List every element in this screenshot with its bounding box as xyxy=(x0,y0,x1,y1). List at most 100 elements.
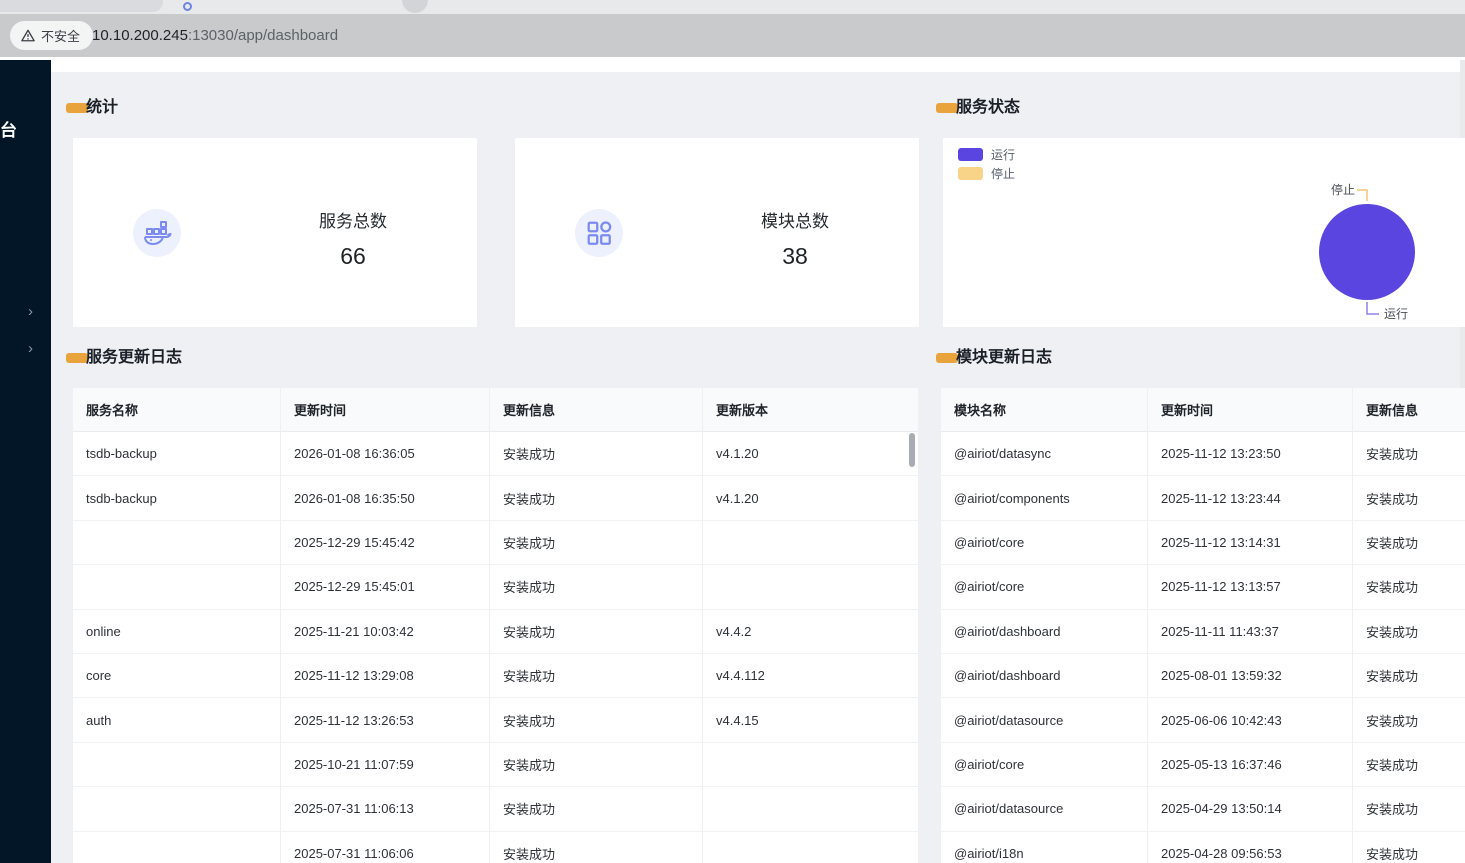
table-cell: 2025-08-01 13:59:32 xyxy=(1148,653,1353,699)
sidebar-app-title: 平台 xyxy=(0,121,18,140)
screen: 不安全 10.10.200.245:13030/app/dashboard 平台… xyxy=(0,0,1465,863)
tab-close-button[interactable] xyxy=(402,0,428,13)
table-row: 2025-12-29 15:45:01 安装成功 xyxy=(73,565,918,610)
table-cell: 2025-11-12 13:14:31 xyxy=(1148,520,1353,566)
table-cell xyxy=(73,787,281,832)
table-cell: 安装成功 xyxy=(1353,521,1465,566)
table-cell: 2025-11-12 13:29:08 xyxy=(281,653,490,699)
table-row: online 2025-11-21 10:03:42 安装成功 v4.4.2 xyxy=(73,609,918,654)
column-header: 更新时间 xyxy=(281,388,490,432)
table-cell xyxy=(703,743,918,788)
sidebar-expand-chevron-icon[interactable]: › xyxy=(28,304,33,319)
table-cell: @airiot/datasync xyxy=(941,432,1148,477)
table-cell: v4.4.112 xyxy=(703,654,918,699)
column-header: 服务名称 xyxy=(73,388,281,432)
column-header: 更新信息 xyxy=(490,388,703,432)
column-header: 更新信息 xyxy=(1353,388,1465,432)
url-path: :13030/app/dashboard xyxy=(187,27,339,44)
legend-label: 运行 xyxy=(991,148,1016,162)
table-cell: tsdb-backup xyxy=(73,476,281,521)
table-cell: 安装成功 xyxy=(490,742,703,788)
table-row: 2025-12-29 15:45:42 安装成功 xyxy=(73,520,918,566)
service-status-section-title: 服务状态 xyxy=(956,99,1021,116)
table-cell: v4.4.2 xyxy=(703,610,918,654)
service-status-pie-chart[interactable]: 停止 运行 xyxy=(1293,168,1465,327)
legend-item[interactable]: 运行 xyxy=(958,148,1016,162)
service-log-section-title: 服务更新日志 xyxy=(86,349,183,366)
table-cell xyxy=(73,565,281,610)
table-cell: v4.1.20 xyxy=(703,476,918,521)
services-total-card: 服务总数 66 xyxy=(73,138,477,327)
table-cell: 2026-01-08 16:35:50 xyxy=(281,476,490,521)
table-cell: 2025-07-31 11:06:13 xyxy=(281,787,490,832)
section-bullet-icon xyxy=(66,103,88,113)
modules-grid-icon xyxy=(575,209,623,257)
table-cell: 2025-10-21 11:07:59 xyxy=(281,742,490,788)
service-log-table: 服务名称 更新时间 更新信息 更新版本 tsdb-backup 2026-01-08 16… xyxy=(73,388,918,863)
table-cell: 安装成功 xyxy=(1353,565,1465,610)
stats-section-title: 统计 xyxy=(86,99,119,116)
table-row: auth 2025-11-12 13:26:53 安装成功 v4.4.15 xyxy=(73,698,918,743)
table-cell: 2025-11-12 13:26:53 xyxy=(281,698,490,743)
table-cell xyxy=(73,831,281,863)
sidebar-expand-chevron-icon[interactable]: › xyxy=(28,341,33,356)
module-log-table: 模块名称 更新时间 更新信息 @airiot/datasync 2025-11-12 1… xyxy=(941,388,1465,863)
table-cell: 安装成功 xyxy=(490,653,703,699)
table-cell: @airiot/dashboard xyxy=(941,653,1148,699)
table-cell: 安装成功 xyxy=(1353,832,1465,863)
table-cell: 2025-11-12 13:23:50 xyxy=(1148,432,1353,477)
docker-whale-icon xyxy=(133,209,181,257)
table-row: 2025-07-31 11:06:06 安装成功 xyxy=(73,831,918,863)
browser-tab-strip xyxy=(0,0,1465,14)
table-cell: 2025-11-12 13:13:57 xyxy=(1148,565,1353,610)
table-cell: 2025-05-13 16:37:46 xyxy=(1148,742,1353,788)
table-scrollbar-thumb[interactable] xyxy=(909,433,915,467)
pie-callout-running: 运行 xyxy=(1384,307,1408,321)
pie-slice-running xyxy=(1319,204,1415,300)
table-cell: 安装成功 xyxy=(490,432,703,477)
legend-swatch-icon xyxy=(958,148,983,161)
section-bullet-icon xyxy=(66,353,88,363)
table-cell: 安装成功 xyxy=(1353,787,1465,832)
column-header: 更新版本 xyxy=(703,388,918,432)
table-row: @airiot/core 2025-11-12 13:14:31 安装成功 xyxy=(941,520,1465,566)
table-cell: 2025-06-06 10:42:43 xyxy=(1148,698,1353,743)
browser-tab[interactable] xyxy=(0,0,163,12)
table-cell xyxy=(703,832,918,863)
table-header-row: 服务名称 更新时间 更新信息 更新版本 xyxy=(73,388,918,432)
sidebar: 平台 › › xyxy=(0,60,51,863)
section-bullet-icon xyxy=(936,103,958,113)
table-cell: 安装成功 xyxy=(1353,476,1465,521)
table-cell: 2025-04-28 09:56:53 xyxy=(1148,831,1353,863)
table-row: tsdb-backup 2026-01-08 16:36:05 安装成功 v4.1.2… xyxy=(73,432,918,477)
table-cell: v4.4.15 xyxy=(703,698,918,743)
table-cell: 2025-11-11 11:43:37 xyxy=(1148,609,1353,654)
column-header: 模块名称 xyxy=(941,388,1148,432)
table-cell: 2025-12-29 15:45:01 xyxy=(281,565,490,610)
table-cell xyxy=(73,520,281,566)
table-cell: 安装成功 xyxy=(1353,698,1465,743)
app-header-strip xyxy=(0,57,1465,72)
table-cell: 2025-12-29 15:45:42 xyxy=(281,520,490,566)
security-badge[interactable]: 不安全 xyxy=(10,21,94,50)
table-cell: 安装成功 xyxy=(490,565,703,610)
table-row: 2025-07-31 11:06:13 安装成功 xyxy=(73,787,918,832)
table-cell: 安装成功 xyxy=(490,476,703,521)
table-header-row: 模块名称 更新时间 更新信息 xyxy=(941,388,1465,432)
table-cell: 2025-11-12 13:23:44 xyxy=(1148,476,1353,521)
modules-total-card: 模块总数 38 xyxy=(515,138,919,327)
table-cell: auth xyxy=(73,698,281,743)
table-cell: @airiot/core xyxy=(941,742,1148,788)
table-cell: 安装成功 xyxy=(490,609,703,654)
legend-item[interactable]: 停止 xyxy=(958,167,1015,181)
table-cell: online xyxy=(73,609,281,654)
url-field[interactable]: 10.10.200.245:13030/app/dashboard xyxy=(92,14,338,57)
table-cell: 2026-01-08 16:36:05 xyxy=(281,432,490,477)
url-host: 10.10.200.245 xyxy=(92,27,188,44)
table-cell: 2025-07-31 11:06:06 xyxy=(281,831,490,863)
browser-address-bar[interactable]: 不安全 10.10.200.245:13030/app/dashboard xyxy=(0,14,1465,57)
table-row: tsdb-backup 2026-01-08 16:35:50 安装成功 v4.1.2… xyxy=(73,476,918,521)
modules-total-label: 模块总数 xyxy=(761,212,829,231)
table-row: @airiot/datasource 2025-06-06 10:42:43 安装成… xyxy=(941,698,1465,743)
table-cell: @airiot/components xyxy=(941,476,1148,521)
